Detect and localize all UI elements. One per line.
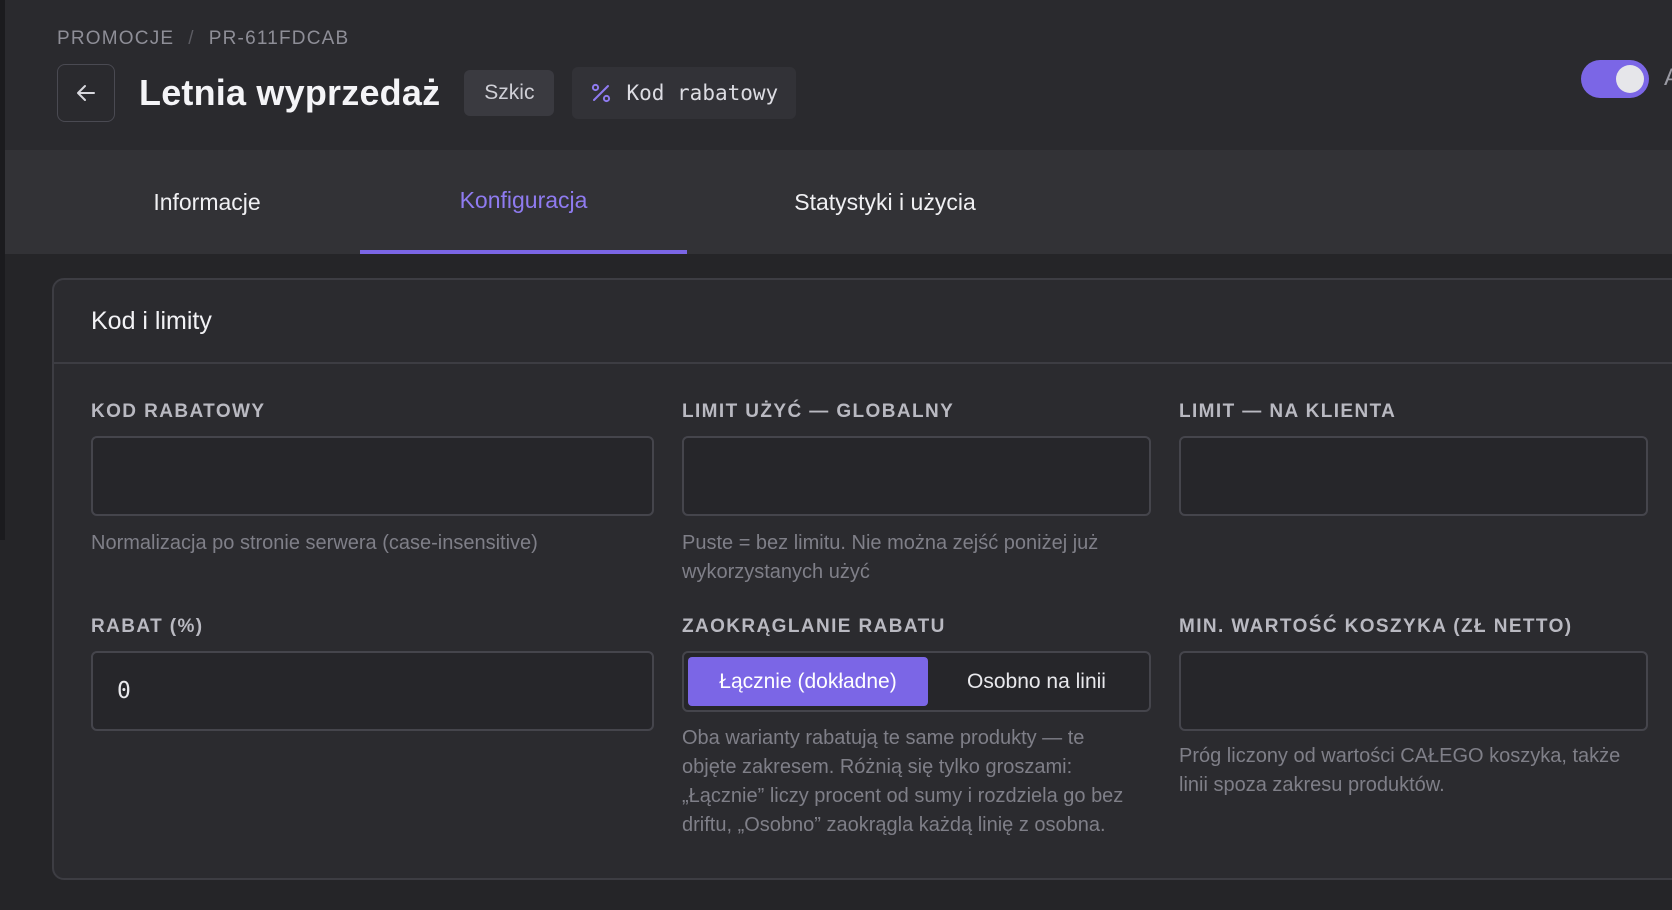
- breadcrumb: PROMOCJE / PR-611FDCAB: [57, 28, 349, 50]
- promotion-type-badge: Kod rabatowy: [572, 67, 797, 119]
- global-limit-input[interactable]: [682, 436, 1151, 516]
- page-title: Letnia wyprzedaż: [139, 72, 441, 113]
- global-limit-label: LIMIT UŻYĆ — GLOBALNY: [682, 401, 955, 422]
- breadcrumb-separator: /: [188, 28, 195, 49]
- tab-bar: Informacje Konfiguracja Statystyki i uży…: [5, 150, 1672, 254]
- active-toggle[interactable]: [1581, 60, 1649, 98]
- discount-percent-label: RABAT (%): [91, 616, 204, 637]
- promotion-type-label: Kod rabatowy: [626, 81, 779, 105]
- global-limit-hint: Puste = bez limitu. Nie można zejść poni…: [682, 529, 1098, 587]
- tab-informacje[interactable]: Informacje: [57, 150, 357, 254]
- page-header: PROMOCJE / PR-611FDCAB Letnia wyprzedaż …: [5, 0, 1672, 150]
- min-cart-label: MIN. WARTOŚĆ KOSZYKA (ZŁ NETTO): [1179, 616, 1573, 637]
- rounding-option-total[interactable]: Łącznie (dokładne): [688, 657, 928, 706]
- hint-line: driftu, „Osobno” zaokrągla każdą linię z…: [682, 814, 1106, 836]
- toggle-knob: [1616, 65, 1644, 93]
- tab-konfiguracja[interactable]: Konfiguracja: [360, 150, 687, 254]
- min-cart-hint: Próg liczony od wartości CAŁEGO koszyka,…: [1179, 742, 1620, 800]
- status-badge: Szkic: [464, 70, 555, 116]
- hint-line: objęte zakresem. Różnią się tylko grosza…: [682, 756, 1073, 778]
- rounding-label: ZAOKRĄGLANIE RABATU: [682, 616, 946, 637]
- hint-line: „Łącznie” liczy procent od sumy i rozdzi…: [682, 785, 1124, 807]
- rounding-segmented-control: Łącznie (dokładne) Osobno na linii: [682, 651, 1151, 712]
- hint-line: Puste = bez limitu. Nie można zejść poni…: [682, 532, 1099, 554]
- toggle-label: A: [1664, 64, 1672, 92]
- breadcrumb-id: PR-611FDCAB: [208, 28, 350, 49]
- client-limit-input[interactable]: [1179, 436, 1648, 516]
- client-limit-label: LIMIT — NA KLIENTA: [1179, 401, 1397, 422]
- code-limits-card: Kod i limity KOD RABATOWY Normalizacja p…: [52, 278, 1672, 880]
- percent-icon: [592, 83, 611, 103]
- back-button[interactable]: [57, 64, 115, 122]
- card-header: Kod i limity: [54, 280, 1672, 364]
- arrow-left-icon: [77, 85, 95, 101]
- discount-code-hint: Normalizacja po stronie serwera (case-in…: [91, 532, 538, 554]
- card-title: Kod i limity: [91, 306, 212, 335]
- hint-line: Próg liczony od wartości CAŁEGO koszyka,…: [1179, 745, 1621, 767]
- breadcrumb-section[interactable]: PROMOCJE: [57, 28, 174, 50]
- hint-line: linii spoza zakresu produktów.: [1179, 774, 1445, 796]
- rounding-hint: Oba warianty rabatują te same produkty —…: [682, 724, 1123, 840]
- discount-code-input[interactable]: [91, 436, 654, 516]
- tab-statystyki[interactable]: Statystyki i użycia: [705, 150, 1065, 254]
- rounding-option-per-line[interactable]: Osobno na linii: [928, 657, 1145, 706]
- hint-line: Oba warianty rabatują te same produkty —…: [682, 727, 1085, 749]
- hint-line: wykorzystanych użyć: [682, 561, 870, 583]
- discount-code-label: KOD RABATOWY: [91, 401, 266, 422]
- min-cart-input[interactable]: [1179, 651, 1648, 731]
- title-row: Letnia wyprzedaż Szkic Kod rabatowy: [57, 64, 797, 122]
- discount-percent-input[interactable]: 0: [91, 651, 654, 731]
